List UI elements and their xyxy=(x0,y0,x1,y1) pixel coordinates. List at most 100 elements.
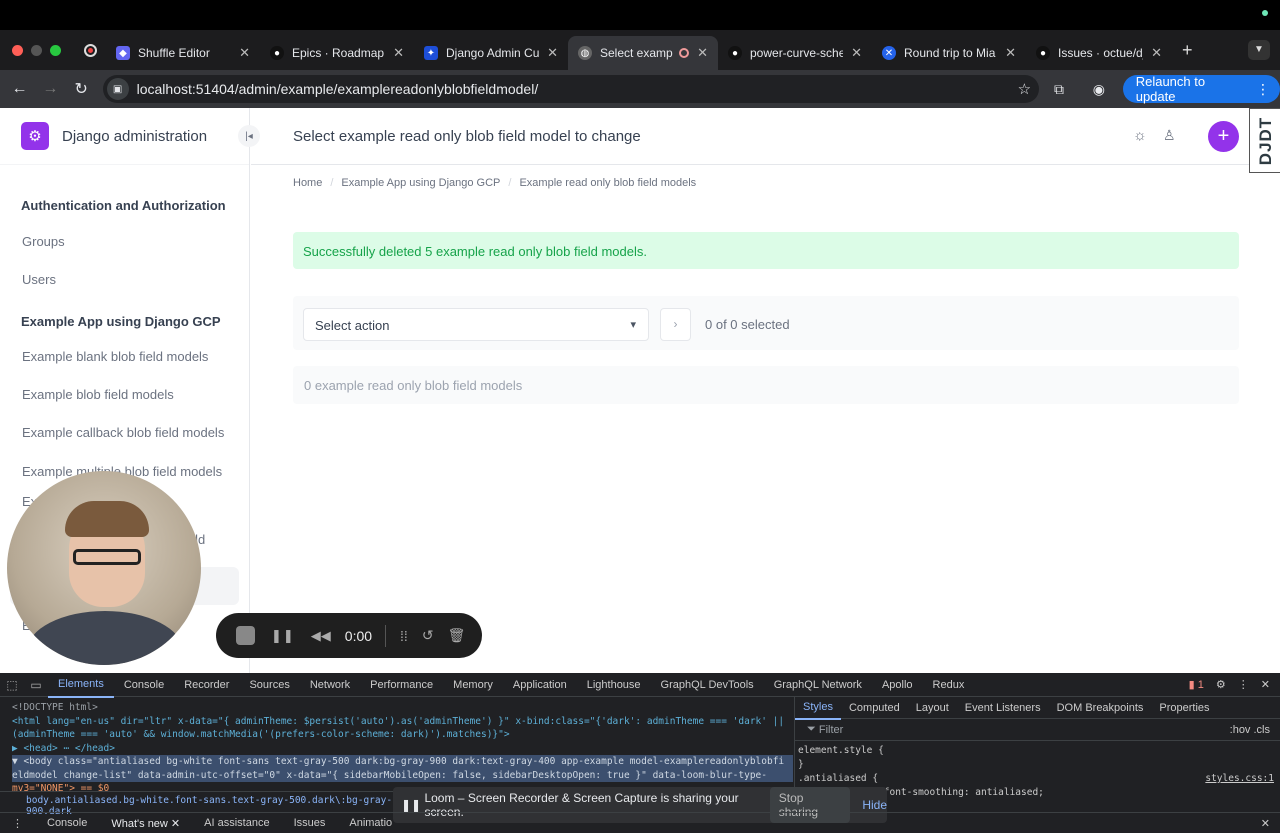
url-text: localhost:51404/admin/example/examplerea… xyxy=(136,81,539,97)
properties-tab[interactable]: Properties xyxy=(1151,697,1217,719)
breadcrumb-app[interactable]: Example App using Django GCP xyxy=(341,177,500,189)
devtools-tab-memory[interactable]: Memory xyxy=(443,673,503,697)
relaunch-to-update-button[interactable]: Relaunch to update ⋮ xyxy=(1122,74,1280,104)
close-tab-icon[interactable]: ✕ xyxy=(1151,45,1162,61)
loom-webcam-bubble[interactable] xyxy=(7,471,201,665)
sidebar-item-callback-blob[interactable]: Example callback blob field models xyxy=(0,425,224,440)
close-tab-icon[interactable]: ✕ xyxy=(239,45,250,61)
close-devtools-icon[interactable]: ✕ xyxy=(1261,678,1270,691)
travel-site-icon: ✕ xyxy=(882,46,896,60)
tab-search-button[interactable]: ▼ xyxy=(1248,40,1270,60)
browser-tab[interactable]: ◆ Shuffle Editor ✕ xyxy=(106,36,260,70)
dom-breadcrumb[interactable]: body.antialiased.bg-white.font-sans.text… xyxy=(0,791,400,817)
drawer-tab-ai-assistance[interactable]: AI assistance xyxy=(192,817,281,829)
more-options-icon[interactable]: ⋮ xyxy=(1238,678,1249,691)
devtools-tab-lighthouse[interactable]: Lighthouse xyxy=(577,673,651,697)
dom-line[interactable]: (adminTheme === 'auto' && window.matchMe… xyxy=(12,728,793,742)
device-toolbar-icon[interactable]: ▭ xyxy=(24,678,48,692)
django-debug-toolbar-handle[interactable]: DJDT xyxy=(1249,108,1280,173)
breadcrumb-home[interactable]: Home xyxy=(293,177,322,189)
user-menu-icon[interactable]: ♙ xyxy=(1163,127,1176,144)
css-source-link[interactable]: styles.css:1 xyxy=(1205,772,1274,786)
devtools-tab-graphql-network[interactable]: GraphQL Network xyxy=(764,673,872,697)
new-tab-button[interactable]: + xyxy=(1182,40,1193,61)
dom-breakpoints-tab[interactable]: DOM Breakpoints xyxy=(1049,697,1152,719)
devtools-tab-console[interactable]: Console xyxy=(114,673,174,697)
css-line[interactable]: element.style { xyxy=(798,744,1280,758)
bookmark-star-icon[interactable]: ☆ xyxy=(1018,80,1031,98)
devtools-tab-redux[interactable]: Redux xyxy=(923,673,975,697)
devtools-tab-elements[interactable]: Elements xyxy=(48,672,114,698)
drawer-tab-issues[interactable]: Issues xyxy=(282,817,338,829)
webcam-person-hair xyxy=(65,501,149,537)
browser-tab[interactable]: ● power-curve-sche ✕ xyxy=(718,36,872,70)
computed-tab[interactable]: Computed xyxy=(841,697,908,719)
hide-sharing-button[interactable]: Hide xyxy=(862,798,887,812)
close-drawer-icon[interactable]: ✕ xyxy=(1261,817,1280,830)
action-select[interactable]: Select action ▾ xyxy=(303,308,649,341)
dom-line[interactable]: ▶ <head> ⋯ </head> xyxy=(12,742,793,756)
layout-tab[interactable]: Layout xyxy=(908,697,957,719)
drawer-tab-animations[interactable]: Animatio xyxy=(337,817,404,829)
devtools-tab-graphql-devtools[interactable]: GraphQL DevTools xyxy=(651,673,764,697)
dom-line-selected[interactable]: ▼ <body class="antialiased bg-white font… xyxy=(12,755,793,769)
styles-filter-row[interactable]: ⏷ Filter :hov .cls xyxy=(795,719,1280,741)
drawer-tab-whats-new[interactable]: What's new ✕ xyxy=(99,817,192,830)
minimize-window-button[interactable] xyxy=(31,44,42,56)
devtools-tab-recorder[interactable]: Recorder xyxy=(174,673,239,697)
browser-tab[interactable]: ● Issues · octue/dja ✕ xyxy=(1026,36,1172,70)
run-action-button[interactable]: › xyxy=(660,308,691,341)
undo-icon[interactable]: ↺ xyxy=(422,627,434,644)
issues-badge[interactable]: ▮ 1 xyxy=(1189,678,1204,691)
pause-recording-button[interactable]: ❚❚ xyxy=(271,628,295,644)
drawer-menu-icon[interactable]: ⋮ xyxy=(0,817,35,830)
browser-tab[interactable]: ● Epics · Roadmap ✕ xyxy=(260,36,414,70)
hov-cls-toggles[interactable]: :hov .cls xyxy=(1230,724,1270,736)
browser-tab[interactable]: ✕ Round trip to Mia ✕ xyxy=(872,36,1026,70)
add-item-button[interactable]: + xyxy=(1208,121,1239,152)
profile-avatar[interactable]: ◉ xyxy=(1079,81,1119,98)
event-listeners-tab[interactable]: Event Listeners xyxy=(957,697,1049,719)
drawer-tab-console[interactable]: Console xyxy=(35,817,99,829)
inspect-element-icon[interactable]: ⬚ xyxy=(0,678,24,692)
dom-line[interactable]: <!DOCTYPE html> xyxy=(12,701,793,715)
dom-line[interactable]: <html lang="en-us" dir="ltr" x-data="{ a… xyxy=(12,715,793,729)
close-window-button[interactable] xyxy=(12,44,23,56)
close-tab-icon[interactable]: ✕ xyxy=(697,45,708,61)
drawing-tools-icon[interactable]: ⁞⁞ xyxy=(400,628,408,644)
devtools-tab-performance[interactable]: Performance xyxy=(360,673,443,697)
styles-tab[interactable]: Styles xyxy=(795,696,841,720)
browser-tab-active[interactable]: ◍ Select example ✕ xyxy=(568,36,718,70)
forward-button[interactable]: → xyxy=(35,80,66,98)
sidebar-item-blank-blob[interactable]: Example blank blob field models xyxy=(0,349,208,364)
close-tab-icon[interactable]: ✕ xyxy=(393,45,404,61)
address-bar[interactable]: ▣ localhost:51404/admin/example/exampler… xyxy=(102,75,1040,103)
devtools-tab-apollo[interactable]: Apollo xyxy=(872,673,923,697)
devtools-tab-application[interactable]: Application xyxy=(503,673,577,697)
sidebar-item-groups[interactable]: Groups xyxy=(0,234,65,249)
restart-icon[interactable]: ◀◀ xyxy=(311,628,331,644)
styles-filter-input[interactable]: Filter xyxy=(819,724,843,736)
styles-pane: Styles Computed Layout Event Listeners D… xyxy=(794,696,1280,798)
settings-gear-icon[interactable]: ⚙ xyxy=(1216,678,1226,691)
theme-toggle-sun-icon[interactable]: ☼ xyxy=(1133,127,1147,144)
close-tab-icon[interactable]: ✕ xyxy=(851,45,862,61)
sidebar-item-blob[interactable]: Example blob field models xyxy=(0,387,174,402)
close-tab-icon[interactable]: ✕ xyxy=(1005,45,1016,61)
extensions-icon[interactable]: ⧉ xyxy=(1039,81,1079,98)
stop-recording-button[interactable] xyxy=(236,626,255,645)
devtools-tab-sources[interactable]: Sources xyxy=(239,673,299,697)
reload-button[interactable]: ↻ xyxy=(66,79,97,99)
maximize-window-button[interactable] xyxy=(50,44,61,56)
css-line[interactable]: .antialiased {styles.css:1 xyxy=(798,772,1280,786)
devtools-tab-network[interactable]: Network xyxy=(300,673,360,697)
close-tab-icon[interactable]: ✕ xyxy=(547,45,558,61)
site-info-icon[interactable]: ▣ xyxy=(106,78,129,100)
site-name[interactable]: Django administration xyxy=(62,128,207,145)
browser-tab[interactable]: ✦ Django Admin Cus ✕ xyxy=(414,36,568,70)
back-button[interactable]: ← xyxy=(4,80,35,98)
dom-line-selected[interactable]: eldmodel change-list" data-admin-utc-off… xyxy=(12,768,793,782)
delete-trash-icon[interactable]: 🗑 xyxy=(448,627,466,644)
pinned-tab[interactable] xyxy=(74,43,106,57)
sidebar-item-users[interactable]: Users xyxy=(0,272,56,287)
